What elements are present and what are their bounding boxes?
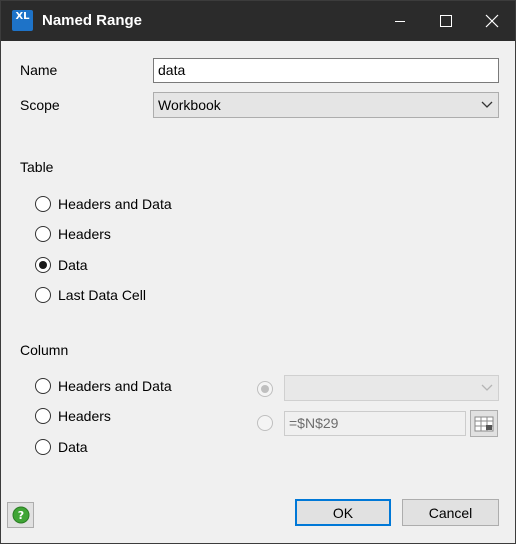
svg-text:?: ? — [17, 509, 23, 522]
radio-label: Data — [58, 439, 88, 455]
table-group-label: Table — [20, 159, 54, 175]
radio-button[interactable] — [35, 439, 51, 455]
scope-dropdown[interactable]: Workbook — [153, 92, 499, 118]
cancel-button[interactable]: Cancel — [402, 499, 499, 526]
column-group-label: Column — [20, 342, 69, 358]
column-by-reference-radio[interactable] — [257, 412, 273, 434]
radio-button[interactable] — [35, 196, 51, 212]
table-option-last-data-cell[interactable]: Last Data Cell — [35, 284, 146, 306]
minimize-button[interactable] — [377, 1, 423, 41]
scope-selected-value: Workbook — [158, 97, 221, 113]
radio-label: Data — [58, 257, 88, 273]
help-button[interactable]: ? — [7, 502, 34, 528]
column-option-headers-and-data[interactable]: Headers and Data — [35, 375, 172, 397]
close-icon — [485, 14, 499, 28]
reference-input[interactable]: =$N$29 — [284, 411, 466, 436]
ok-button[interactable]: OK — [295, 499, 391, 526]
table-option-data[interactable]: Data — [35, 254, 88, 276]
minimize-icon — [395, 21, 405, 22]
radio-button[interactable] — [35, 287, 51, 303]
table-option-headers-and-data[interactable]: Headers and Data — [35, 193, 172, 215]
radio-label: Last Data Cell — [58, 287, 146, 303]
range-picker-icon — [474, 416, 494, 431]
radio-button-selected[interactable] — [35, 257, 51, 273]
radio-button-disabled[interactable] — [257, 415, 273, 431]
app-icon: XL — [12, 10, 33, 31]
chevron-down-icon — [481, 384, 493, 391]
table-option-headers[interactable]: Headers — [35, 223, 111, 245]
title-bar[interactable]: XL Named Range — [1, 1, 515, 41]
maximize-button[interactable] — [423, 1, 469, 41]
radio-label: Headers and Data — [58, 378, 172, 394]
name-input[interactable]: data — [153, 58, 499, 83]
column-option-data[interactable]: Data — [35, 436, 88, 458]
radio-button-selected-disabled[interactable] — [257, 381, 273, 397]
column-option-headers[interactable]: Headers — [35, 405, 111, 427]
name-label: Name — [20, 62, 58, 78]
named-range-dialog: XL Named Range Name data Scope Workbook — [0, 0, 516, 544]
radio-button[interactable] — [35, 378, 51, 394]
radio-button[interactable] — [35, 226, 51, 242]
column-select-dropdown[interactable] — [284, 375, 499, 401]
maximize-icon — [440, 15, 452, 27]
radio-label: Headers and Data — [58, 196, 172, 212]
chevron-down-icon — [481, 101, 493, 108]
radio-label: Headers — [58, 408, 111, 424]
help-icon: ? — [12, 506, 29, 524]
scope-label: Scope — [20, 97, 60, 113]
radio-button[interactable] — [35, 408, 51, 424]
window-title: Named Range — [42, 12, 143, 29]
column-by-name-radio[interactable] — [257, 378, 273, 400]
close-button[interactable] — [469, 1, 515, 41]
range-picker-button[interactable] — [470, 410, 498, 437]
radio-label: Headers — [58, 226, 111, 242]
